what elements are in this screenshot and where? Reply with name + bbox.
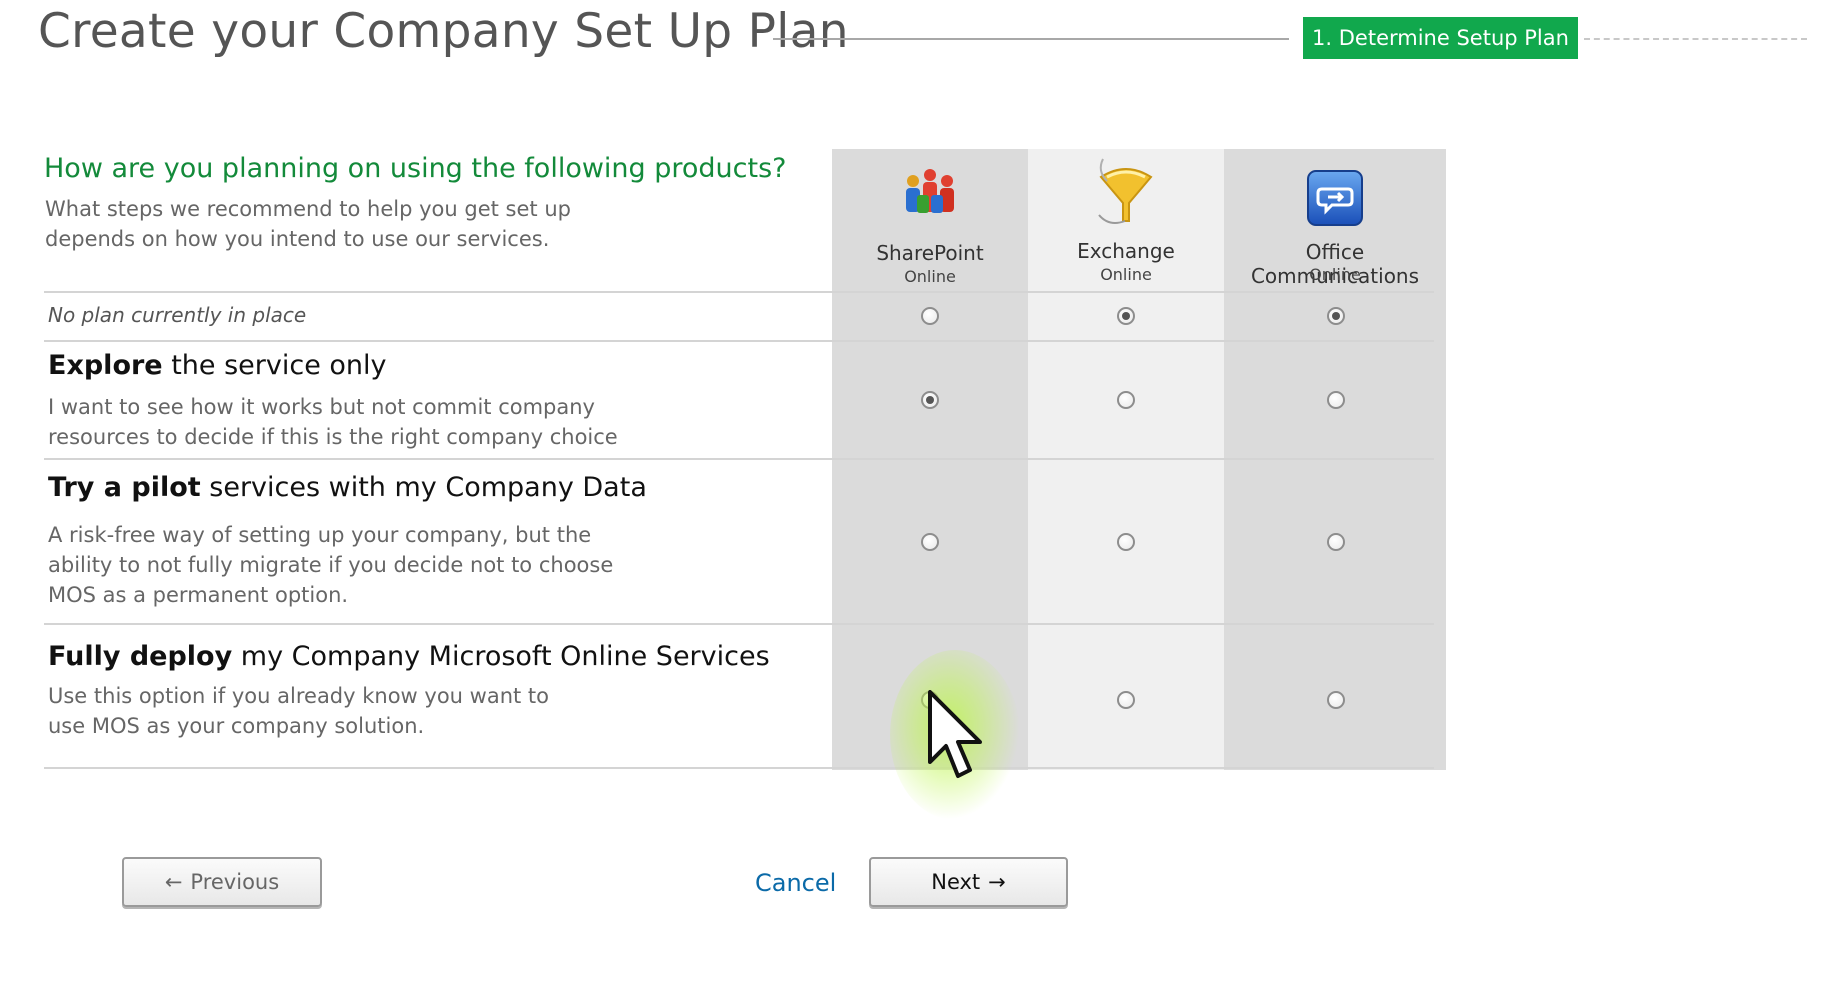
row-divider	[44, 623, 1434, 625]
radio-none-sharepoint[interactable]	[921, 307, 939, 325]
sharepoint-people-icon	[903, 165, 957, 225]
row-divider	[44, 767, 1434, 769]
previous-button-label: Previous	[190, 870, 280, 894]
product-name: SharePoint	[876, 241, 984, 265]
option-title-rest: services with my Company Data	[200, 472, 647, 503]
product-subtitle: Online	[1309, 265, 1361, 284]
page-title: Create your Company Set Up Plan	[38, 4, 849, 59]
option-title-rest: my Company Microsoft Online Services	[232, 641, 770, 672]
option-title-bold: Try a pilot	[48, 472, 201, 503]
radio-none-office-communications[interactable]	[1327, 307, 1345, 325]
product-name: Exchange	[1077, 239, 1175, 263]
option-deploy-description: Use this option if you already know you …	[48, 681, 688, 741]
product-header-exchange: Exchange Online	[1028, 149, 1224, 289]
option-explore-description: I want to see how it works but not commi…	[48, 392, 688, 452]
product-header-sharepoint: SharePoint Online	[832, 149, 1028, 289]
product-subtitle: Online	[904, 267, 956, 286]
question-help: What steps we recommend to help you get …	[45, 194, 665, 254]
product-subtitle: Online	[1100, 265, 1152, 284]
option-desc-line: use MOS as your company solution.	[48, 714, 425, 738]
option-desc-line: resources to decide if this is the right…	[48, 425, 618, 449]
mouse-pointer-icon	[928, 690, 982, 790]
exchange-funnel-icon	[1095, 155, 1157, 233]
radio-explore-sharepoint[interactable]	[921, 391, 939, 409]
title-divider	[773, 38, 1289, 40]
radio-deploy-exchange[interactable]	[1117, 691, 1135, 709]
option-desc-line: ability to not fully migrate if you deci…	[48, 553, 614, 577]
question-help-line: depends on how you intend to use our ser…	[45, 227, 550, 251]
radio-explore-office-communications[interactable]	[1327, 391, 1345, 409]
option-title-rest: the service only	[162, 350, 387, 381]
option-title-bold: Explore	[48, 350, 163, 381]
question-help-line: What steps we recommend to help you get …	[45, 197, 571, 221]
row-divider	[44, 458, 1434, 460]
radio-pilot-sharepoint[interactable]	[921, 533, 939, 551]
row-divider	[44, 291, 1434, 293]
arrow-left-icon: ←	[164, 870, 183, 894]
step-progress-dashes	[1584, 38, 1807, 40]
step-badge: 1. Determine Setup Plan	[1303, 17, 1578, 59]
option-desc-line: I want to see how it works but not commi…	[48, 395, 595, 419]
option-pilot-title: Try a pilot services with my Company Dat…	[48, 472, 647, 503]
question-title: How are you planning on using the follow…	[44, 153, 787, 184]
next-button[interactable]: Next →	[869, 857, 1068, 907]
radio-explore-exchange[interactable]	[1117, 391, 1135, 409]
option-desc-line: Use this option if you already know you …	[48, 684, 550, 708]
option-deploy-title: Fully deploy my Company Microsoft Online…	[48, 641, 770, 672]
option-no-plan-label: No plan currently in place	[48, 303, 307, 327]
previous-button[interactable]: ← Previous	[122, 857, 322, 907]
arrow-right-icon: →	[988, 870, 1006, 894]
radio-none-exchange[interactable]	[1117, 307, 1135, 325]
next-button-label: Next	[931, 870, 981, 894]
radio-deploy-office-communications[interactable]	[1327, 691, 1345, 709]
option-title-bold: Fully deploy	[48, 641, 233, 672]
option-explore-title: Explore the service only	[48, 350, 387, 381]
radio-pilot-office-communications[interactable]	[1327, 533, 1345, 551]
option-pilot-description: A risk-free way of setting up your compa…	[48, 520, 688, 610]
row-divider	[44, 340, 1434, 342]
cancel-link[interactable]: Cancel	[755, 869, 836, 897]
product-header-office-communications: Office Communications Online	[1224, 149, 1446, 289]
option-desc-line: MOS as a permanent option.	[48, 583, 349, 607]
radio-pilot-exchange[interactable]	[1117, 533, 1135, 551]
option-desc-line: A risk-free way of setting up your compa…	[48, 523, 592, 547]
office-communications-icon	[1306, 169, 1364, 231]
